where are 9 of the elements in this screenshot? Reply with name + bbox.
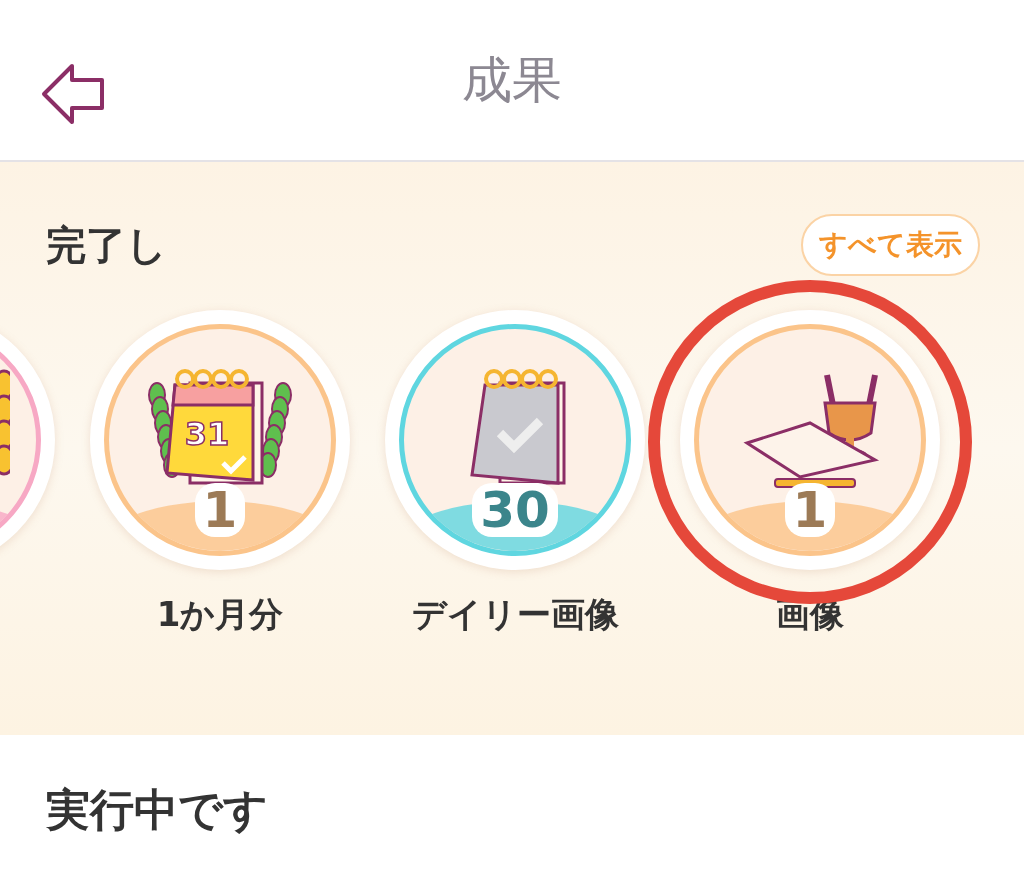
show-all-button[interactable]: すべて表示 (801, 214, 980, 276)
badge-label: デイリー画像 (411, 594, 619, 634)
achievement-badge[interactable]: 1 (680, 310, 940, 570)
achievement-badge[interactable]: 30 (385, 310, 645, 570)
page-title: 成果 (462, 49, 562, 111)
section-heading: 実行中です (46, 783, 269, 837)
badge-label: 1か月分 (156, 594, 284, 634)
badge-count: 30 (472, 483, 558, 537)
section-heading: 完了し (46, 220, 167, 270)
